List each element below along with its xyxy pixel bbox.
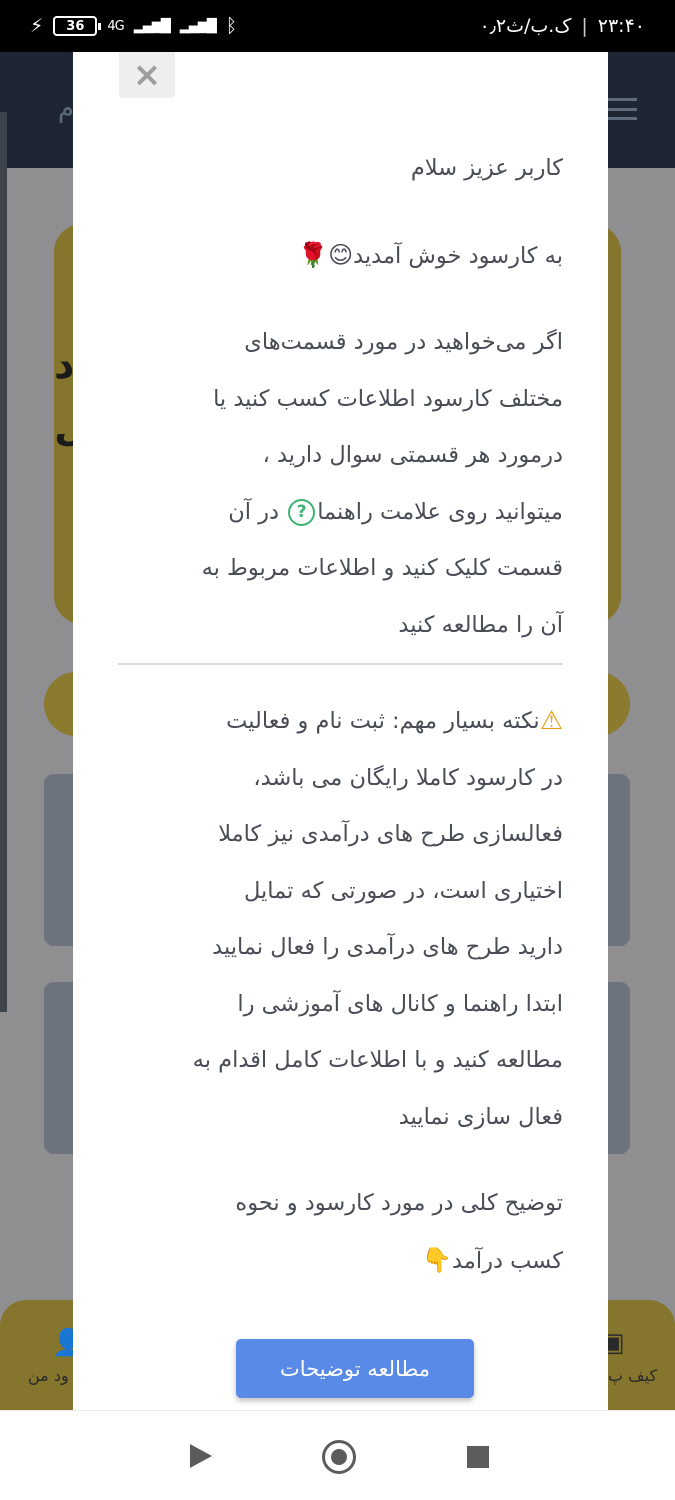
- guide-line-4-b: در آن: [228, 498, 280, 525]
- battery-icon: 36: [53, 16, 102, 36]
- pointing-down-icon: 👇: [422, 1245, 452, 1274]
- summary-line-2: کسب درآمد👇: [118, 1232, 563, 1290]
- app-header-title: م: [58, 94, 75, 124]
- note-line-1-text: نکته بسیار مهم: ثبت نام و فعالیت: [226, 708, 540, 734]
- signal-icon: ▂▄▆█: [133, 18, 171, 34]
- promo-card-text-1: د: [54, 342, 75, 388]
- scroll-edge: [0, 112, 7, 1012]
- close-button[interactable]: ×: [119, 52, 175, 98]
- guide-line-5: قسمت کلیک کنید و اطلاعات مربوط به: [201, 555, 563, 581]
- note-line-8: فعال سازی نمایید: [398, 1103, 563, 1130]
- guide-line-4: میتوانید روی علامت راهنما? در آن: [118, 484, 563, 541]
- status-left: ⚡ 36 4G ▂▄▆█ ▂▄▆█ ᛒ: [30, 15, 237, 37]
- status-bar: ⚡ 36 4G ▂▄▆█ ▂▄▆█ ᛒ ۰٫۲ک.ب/ث | ۲۳:۴۰: [0, 0, 675, 52]
- modal-content: کاربر عزیز سلام به کارسود خوش آمدید😊🌹 اگ…: [118, 140, 563, 1289]
- summary-line-2-text: کسب درآمد: [451, 1247, 563, 1274]
- network-type: 4G: [107, 18, 124, 34]
- guide-line-1: اگر می‌خواهید در مورد قسمت‌های: [244, 329, 563, 355]
- data-speed: ۰٫۲ک.ب/ث: [479, 15, 572, 37]
- note-line-2: در کارسود کاملا رایگان می باشد،: [253, 764, 563, 791]
- welcome-text: به کارسود خوش آمدید: [353, 242, 563, 269]
- home-icon[interactable]: [322, 1440, 356, 1474]
- status-right: ۰٫۲ک.ب/ث | ۲۳:۴۰: [480, 15, 645, 37]
- system-nav-bar: [0, 1410, 675, 1500]
- clock: ۲۳:۴۰: [597, 15, 645, 37]
- guide-line-4-a: میتوانید روی علامت راهنما: [317, 498, 563, 525]
- guide-line-6: آن را مطالعه کنید: [398, 611, 563, 638]
- read-description-button[interactable]: مطالعه توضیحات: [236, 1339, 474, 1398]
- bluetooth-icon: ᛒ: [225, 15, 238, 37]
- help-question-icon: ?: [288, 498, 316, 526]
- bottom-nav-label-right[interactable]: کیف پ: [608, 1366, 657, 1385]
- status-separator: |: [581, 15, 588, 37]
- recent-apps-icon[interactable]: [467, 1446, 489, 1468]
- note-line-6: ابتدا راهنما و کانال های آموزشی را: [237, 990, 563, 1017]
- signal-icon-2: ▂▄▆█: [179, 18, 217, 34]
- note-line-3: فعالسازی طرح های درآمدی نیز کاملا: [218, 821, 563, 848]
- divider: [118, 663, 563, 665]
- warning-icon: ⚠: [539, 706, 563, 737]
- back-icon[interactable]: [190, 1444, 212, 1468]
- guide-line-2: مختلف کارسود اطلاعات کسب کنید یا: [213, 385, 563, 412]
- smile-rose-icon: 😊🌹: [298, 240, 354, 269]
- menu-icon[interactable]: [603, 98, 637, 120]
- note-line-1: ⚠نکته بسیار مهم: ثبت نام و فعالیت: [118, 693, 563, 750]
- welcome-line: به کارسود خوش آمدید😊🌹: [118, 227, 563, 285]
- note-line-7: مطالعه کنید و با اطلاعات کامل اقدام به: [192, 1047, 563, 1074]
- note-line-5: دارید طرح های درآمدی را فعال نمایید: [212, 934, 563, 961]
- summary-line-1: توضیح کلی در مورد کارسود و نحوه: [235, 1190, 563, 1217]
- charging-icon: ⚡: [30, 15, 44, 37]
- welcome-modal: × کاربر عزیز سلام به کارسود خوش آمدید😊🌹 …: [73, 52, 608, 1410]
- bottom-nav-label-left[interactable]: ود من: [28, 1366, 69, 1385]
- guide-line-3: درمورد هر قسمتی سوال دارید ،: [262, 442, 563, 468]
- note-line-4: اختیاری است، در صورتی که تمایل: [244, 877, 563, 904]
- greeting-text: کاربر عزیز سلام: [410, 155, 563, 181]
